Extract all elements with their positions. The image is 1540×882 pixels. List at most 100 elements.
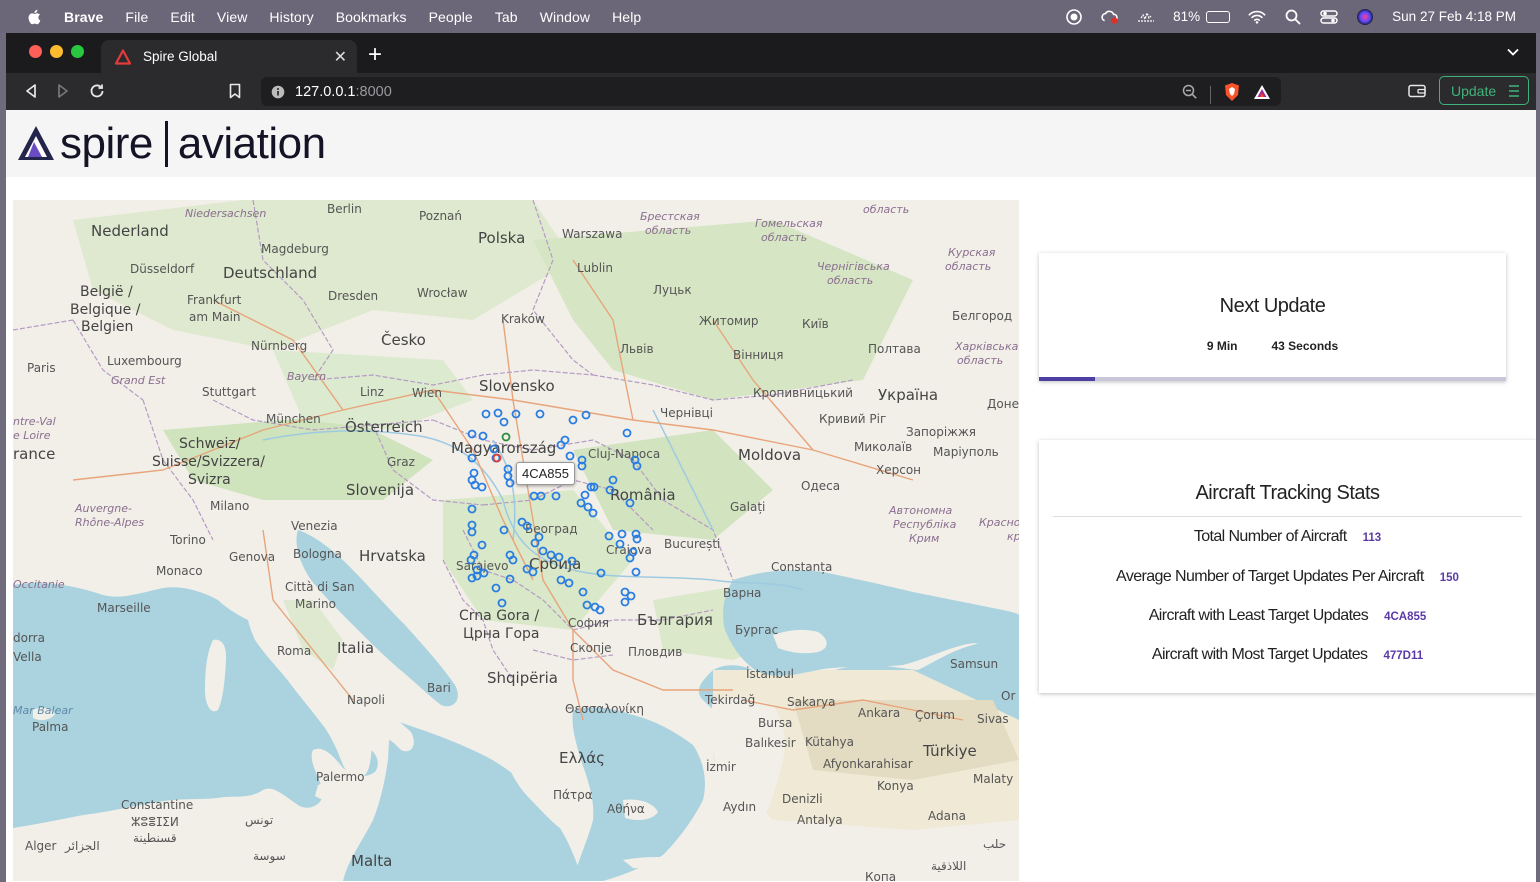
stat-value: 150 bbox=[1439, 572, 1459, 584]
menu-edit[interactable]: Edit bbox=[170, 9, 195, 25]
label-berlin: Berlin bbox=[327, 202, 362, 216]
tab-close-icon[interactable]: ✕ bbox=[334, 47, 347, 67]
menu-file[interactable]: File bbox=[125, 9, 148, 25]
menu-view[interactable]: View bbox=[217, 9, 248, 25]
label-aydin: Aydın bbox=[723, 800, 756, 814]
reload-button[interactable] bbox=[88, 82, 106, 100]
creative-cloud-icon[interactable] bbox=[1101, 8, 1119, 26]
label-belgique: Belgique / bbox=[70, 302, 141, 318]
macos-menubar: Brave File Edit View History Bookmarks P… bbox=[0, 0, 1540, 33]
label-palma: Palma bbox=[32, 720, 68, 734]
logo-divider bbox=[164, 121, 168, 167]
label-mykolaiv: Миколаїв bbox=[854, 440, 912, 454]
label-deloire: e Loire bbox=[13, 429, 51, 442]
zoom-window-button[interactable] bbox=[71, 45, 84, 58]
label-milano: Milano bbox=[210, 499, 249, 513]
stat-label: Aircraft with Least Target Updates bbox=[1148, 607, 1369, 624]
label-nurnberg: Nürnberg bbox=[251, 339, 307, 353]
siri-icon[interactable] bbox=[1356, 8, 1374, 26]
update-progress-fill bbox=[1039, 377, 1096, 381]
label-odesa: Одеса bbox=[801, 479, 840, 493]
label-afyonkarahisar: Afyonkarahisar bbox=[823, 757, 913, 771]
label-munchen: München bbox=[266, 412, 321, 426]
menu-help[interactable]: Help bbox=[612, 9, 641, 25]
site-info-icon[interactable] bbox=[271, 85, 285, 99]
screen-record-icon[interactable] bbox=[1065, 8, 1083, 26]
label-constantine: Constantine bbox=[121, 798, 193, 812]
browser-toolbar: 127.0.0.1:8000 Update bbox=[6, 73, 1536, 110]
stats-divider bbox=[1053, 516, 1522, 517]
label-constanta: Constanța bbox=[771, 560, 832, 574]
menu-history[interactable]: History bbox=[269, 9, 313, 25]
menu-brave[interactable]: Brave bbox=[64, 9, 103, 25]
aircraft-stats-card: Aircraft Tracking Stats Total Number of … bbox=[1039, 440, 1536, 693]
spire-aviation-logo[interactable]: spire aviation bbox=[16, 120, 326, 168]
chevron-down-icon[interactable] bbox=[1506, 45, 1520, 59]
label-romania: România bbox=[610, 486, 676, 504]
label-ukraina: Україна bbox=[878, 386, 938, 404]
address-bar[interactable]: 127.0.0.1:8000 bbox=[261, 77, 1281, 106]
brave-shields-icon[interactable] bbox=[1223, 82, 1241, 107]
menu-window[interactable]: Window bbox=[540, 9, 590, 25]
label-hrvatska: Hrvatska bbox=[359, 547, 426, 565]
label-france: rance bbox=[13, 445, 55, 463]
label-autonomna: Автономна bbox=[888, 504, 953, 517]
label-centreval: ntre-Val bbox=[13, 415, 56, 428]
control-center-icon[interactable] bbox=[1320, 8, 1338, 26]
brave-rewards-icon[interactable] bbox=[1253, 84, 1271, 105]
stat-row-least: Aircraft with Least Target Updates 4CA85… bbox=[1039, 607, 1536, 625]
label-nederland: Nederland bbox=[91, 222, 169, 240]
spire-favicon-icon bbox=[115, 48, 131, 65]
label-magdeburg: Magdeburg bbox=[261, 242, 329, 256]
spotlight-search-icon[interactable] bbox=[1284, 8, 1302, 26]
label-crnagora2: Црна Гора bbox=[463, 626, 540, 642]
activity-icon[interactable] bbox=[1137, 8, 1155, 26]
label-skopje: Скопје bbox=[570, 641, 612, 655]
back-button[interactable] bbox=[22, 82, 40, 100]
aircraft-map[interactable]: Niedersachsen Berlin Poznań Брестская об… bbox=[13, 200, 1019, 881]
close-window-button[interactable] bbox=[29, 45, 42, 58]
label-bari: Bari bbox=[427, 681, 451, 695]
stat-label: Total Number of Aircraft bbox=[1193, 528, 1347, 545]
new-tab-button[interactable]: + bbox=[368, 41, 382, 69]
label-chernihiv: Чернігівська bbox=[817, 260, 890, 273]
wallet-icon[interactable] bbox=[1408, 83, 1426, 104]
clock[interactable]: Sun 27 Feb 4:18 PM bbox=[1392, 9, 1516, 24]
wifi-icon[interactable] bbox=[1248, 8, 1266, 26]
label-halab: حلب bbox=[983, 837, 1006, 851]
minimize-window-button[interactable] bbox=[50, 45, 63, 58]
label-balikesir: Balıkesir bbox=[745, 736, 796, 750]
label-varna: Варна bbox=[723, 586, 761, 600]
label-constantine-amazigh: ⵣⵓⴻⵊⵉⵍ bbox=[131, 815, 179, 829]
menu-tab[interactable]: Tab bbox=[495, 9, 518, 25]
apple-icon[interactable] bbox=[26, 8, 44, 26]
label-luxembourg: Luxembourg bbox=[107, 354, 182, 368]
bookmark-icon[interactable] bbox=[226, 82, 244, 100]
stat-row-most: Aircraft with Most Target Updates 477D11 bbox=[1039, 646, 1536, 664]
menu-bookmarks[interactable]: Bookmarks bbox=[336, 9, 407, 25]
zoom-out-icon[interactable] bbox=[1182, 84, 1198, 105]
label-alger: Alger bbox=[25, 839, 57, 853]
label-lutsk: Луцьк bbox=[653, 283, 692, 297]
menu-people[interactable]: People bbox=[429, 9, 473, 25]
label-andorra: dorra bbox=[13, 631, 45, 645]
label-bursa: Bursa bbox=[758, 716, 792, 730]
label-kutahya: Kütahya bbox=[805, 735, 854, 749]
battery-status[interactable]: 81% bbox=[1173, 9, 1231, 24]
update-browser-button[interactable]: Update bbox=[1439, 76, 1529, 105]
aircraft-tooltip: 4CA855 bbox=[516, 462, 575, 485]
label-qusantina: قسنطينة bbox=[133, 831, 177, 845]
label-allathiqiya: اللاذقية bbox=[931, 859, 966, 873]
label-zaporizhzhia: Запоріжжя bbox=[906, 425, 976, 439]
label-chernihiv-oblast: область bbox=[827, 274, 873, 287]
label-adana: Adana bbox=[928, 809, 966, 823]
forward-button[interactable] bbox=[54, 82, 72, 100]
label-tunis: تونس bbox=[245, 813, 273, 828]
label-burgas: Бургас bbox=[735, 623, 778, 637]
label-galati: Galați bbox=[730, 500, 765, 514]
label-ankara: Ankara bbox=[858, 706, 900, 720]
label-sofia: София bbox=[568, 616, 609, 630]
label-linz: Linz bbox=[360, 385, 384, 399]
label-antalya: Antalya bbox=[797, 813, 843, 827]
tab-spire-global[interactable]: Spire Global ✕ bbox=[101, 40, 357, 73]
